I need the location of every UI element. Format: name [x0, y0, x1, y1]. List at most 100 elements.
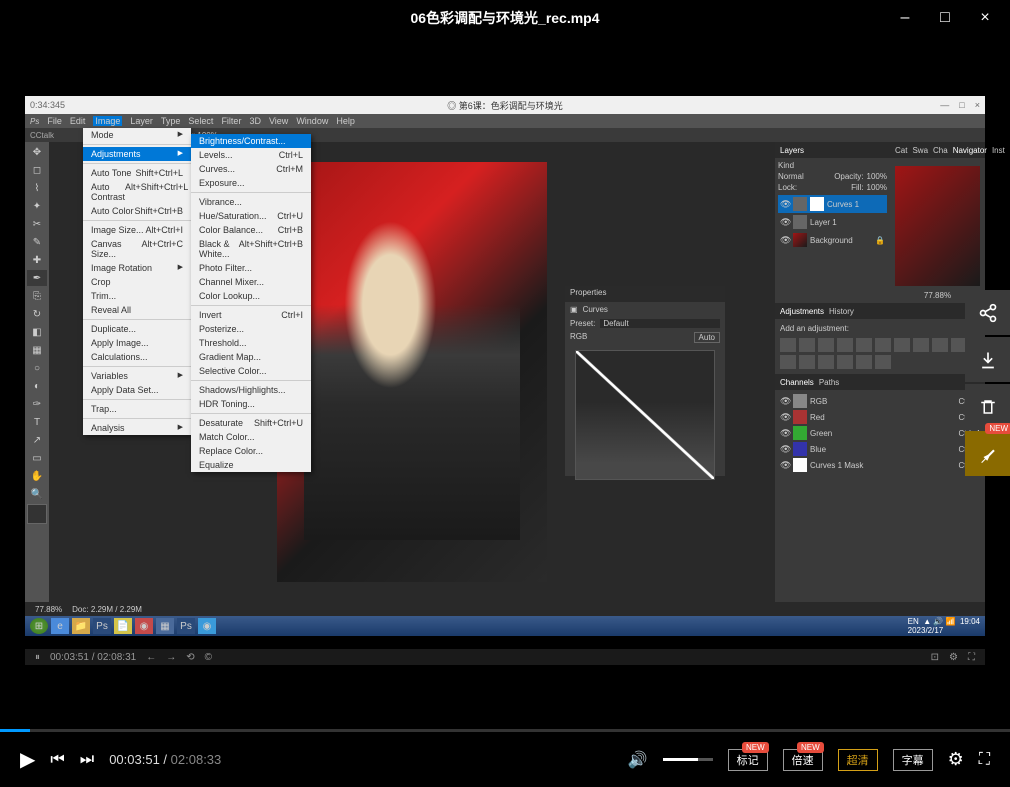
menu-select[interactable]: Select: [188, 116, 213, 126]
menu-item[interactable]: Threshold...: [191, 336, 311, 350]
menu-help[interactable]: Help: [336, 116, 355, 126]
taskbar-app-icon[interactable]: ▦: [156, 618, 174, 634]
history-brush-tool[interactable]: ↻: [27, 306, 47, 322]
maximize-button[interactable]: □: [935, 8, 955, 28]
ps-max-icon[interactable]: □: [959, 100, 964, 110]
taskbar-app-icon[interactable]: 📄: [114, 618, 132, 634]
menu-item[interactable]: Photo Filter...: [191, 261, 311, 275]
menu-item[interactable]: Color Balance...Ctrl+B: [191, 223, 311, 237]
explorer-icon[interactable]: 📁: [72, 618, 90, 634]
menu-edit[interactable]: Edit: [70, 116, 86, 126]
adjustment-icon[interactable]: [837, 338, 853, 352]
menu-filter[interactable]: Filter: [221, 116, 241, 126]
ps-taskbar-icon[interactable]: Ps: [177, 618, 195, 634]
mark-button[interactable]: NEW 标记: [728, 749, 768, 771]
eraser-tool[interactable]: ◧: [27, 324, 47, 340]
inner-fullscreen-icon[interactable]: ⛶: [968, 652, 975, 663]
menu-window[interactable]: Window: [296, 116, 328, 126]
layer-row[interactable]: 👁 Background 🔒: [778, 231, 887, 249]
channel-row[interactable]: 👁GreenCtrl+4: [778, 425, 982, 441]
menu-item[interactable]: Reveal All: [83, 303, 191, 317]
menu-item[interactable]: Levels...Ctrl+L: [191, 148, 311, 162]
adjustment-icon[interactable]: [875, 338, 891, 352]
menu-item[interactable]: Analysis▶: [83, 421, 191, 435]
menu-item[interactable]: Channel Mixer...: [191, 275, 311, 289]
menu-item[interactable]: Exposure...: [191, 176, 311, 190]
layer-row[interactable]: 👁 Curves 1: [778, 195, 887, 213]
auto-button[interactable]: Auto: [694, 332, 720, 343]
visibility-icon[interactable]: 👁: [780, 235, 790, 246]
pen-tool[interactable]: ✑: [27, 396, 47, 412]
zoom-tool[interactable]: 🔍: [27, 486, 47, 502]
brush-tool[interactable]: ✒: [27, 270, 47, 286]
channel-select[interactable]: RGB: [570, 332, 587, 343]
menu-item[interactable]: Image Size...Alt+Ctrl+I: [83, 223, 191, 237]
speed-button[interactable]: NEW 倍速: [783, 749, 823, 771]
menu-item[interactable]: Auto ColorShift+Ctrl+B: [83, 204, 191, 218]
dodge-tool[interactable]: ◐: [27, 378, 47, 394]
menu-item[interactable]: Hue/Saturation...Ctrl+U: [191, 209, 311, 223]
menu-item[interactable]: Posterize...: [191, 322, 311, 336]
start-button[interactable]: ⊞: [30, 618, 48, 634]
ps-home-icon[interactable]: Ps: [30, 117, 39, 126]
ps-min-icon[interactable]: —: [940, 100, 949, 110]
settings-icon[interactable]: ⚙: [948, 749, 964, 770]
adjustment-icon[interactable]: [799, 338, 815, 352]
eyedropper-tool[interactable]: ✎: [27, 234, 47, 250]
adjustment-icon[interactable]: [780, 355, 796, 369]
menu-item[interactable]: Auto ToneShift+Ctrl+L: [83, 166, 191, 180]
inner-pause-icon[interactable]: ⏸: [35, 652, 40, 663]
menu-item[interactable]: Color Lookup...: [191, 289, 311, 303]
download-button[interactable]: [965, 337, 1010, 382]
menu-type[interactable]: Type: [161, 116, 181, 126]
menu-item[interactable]: Shadows/Highlights...: [191, 383, 311, 397]
tab-channels[interactable]: Channels: [780, 378, 814, 387]
menu-item[interactable]: Calculations...: [83, 350, 191, 364]
stamp-tool[interactable]: ⎘: [27, 288, 47, 304]
quality-button[interactable]: 超清: [838, 749, 878, 771]
ps-close-icon[interactable]: ×: [975, 100, 980, 110]
ie-icon[interactable]: e: [51, 618, 69, 634]
menu-item[interactable]: Equalize: [191, 458, 311, 472]
fill-value[interactable]: 100%: [867, 183, 887, 192]
menu-item[interactable]: Canvas Size...Alt+Ctrl+C: [83, 237, 191, 261]
shape-tool[interactable]: ▭: [27, 450, 47, 466]
blur-tool[interactable]: ○: [27, 360, 47, 376]
heal-tool[interactable]: ✚: [27, 252, 47, 268]
menu-item[interactable]: Auto ContrastAlt+Shift+Ctrl+L: [83, 180, 191, 204]
type-tool[interactable]: T: [27, 414, 47, 430]
tab-paths[interactable]: Paths: [819, 378, 839, 387]
menu-image[interactable]: Image: [93, 116, 122, 126]
menu-item[interactable]: DesaturateShift+Ctrl+U: [191, 416, 311, 430]
adjustment-icon[interactable]: [913, 338, 929, 352]
wand-tool[interactable]: ✦: [27, 198, 47, 214]
visibility-icon[interactable]: 👁: [780, 217, 790, 228]
menu-item[interactable]: Trap...: [83, 402, 191, 416]
tab-history[interactable]: History: [829, 307, 854, 316]
menu-item[interactable]: Black & White...Alt+Shift+Ctrl+B: [191, 237, 311, 261]
menu-item[interactable]: Image Rotation▶: [83, 261, 191, 275]
visibility-icon[interactable]: 👁: [780, 199, 790, 210]
menu-item[interactable]: Vibrance...: [191, 195, 311, 209]
taskbar-app-icon[interactable]: ◉: [135, 618, 153, 634]
play-button[interactable]: ▶: [20, 747, 35, 772]
inner-pip-icon[interactable]: ⊡: [931, 652, 939, 663]
navigator-preview[interactable]: [895, 166, 980, 286]
fullscreen-icon[interactable]: ⛶: [979, 751, 990, 769]
adjustment-icon[interactable]: [856, 338, 872, 352]
share-button[interactable]: [965, 290, 1010, 335]
menu-item[interactable]: Mode▶: [83, 128, 191, 142]
menu-item[interactable]: Gradient Map...: [191, 350, 311, 364]
menu-3d[interactable]: 3D: [249, 116, 261, 126]
path-tool[interactable]: ↗: [27, 432, 47, 448]
menu-item[interactable]: HDR Toning...: [191, 397, 311, 411]
crop-tool[interactable]: ✂: [27, 216, 47, 232]
layer-row[interactable]: 👁 Layer 1: [778, 213, 887, 231]
close-button[interactable]: ×: [975, 8, 995, 28]
prev-button[interactable]: ⏮: [50, 751, 64, 769]
opacity-value[interactable]: 100%: [867, 172, 887, 181]
menu-item[interactable]: Trim...: [83, 289, 191, 303]
inner-prev-icon[interactable]: ←: [146, 652, 156, 663]
menu-item[interactable]: Variables▶: [83, 369, 191, 383]
adjustment-icon[interactable]: [818, 355, 834, 369]
